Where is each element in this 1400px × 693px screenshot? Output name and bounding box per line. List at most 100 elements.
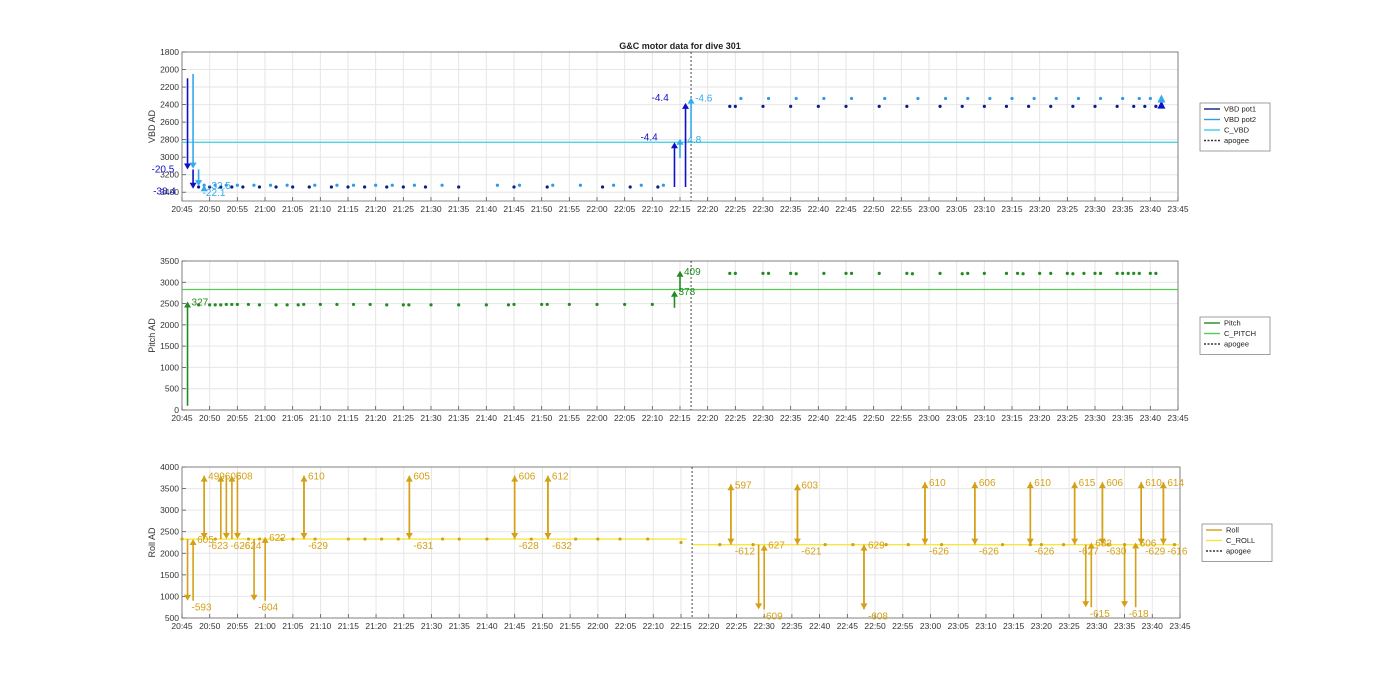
data-point (988, 96, 992, 101)
x-tick-label: 21:05 (282, 413, 304, 423)
data-point (241, 185, 245, 189)
y-tick-label: 2500 (160, 527, 179, 537)
data-point (849, 271, 854, 275)
data-point (268, 183, 273, 187)
x-tick-label: 22:00 (587, 621, 609, 631)
x-tick-label: 21:25 (393, 204, 415, 214)
arrow-value-label: 606 (1106, 478, 1123, 489)
arrow-value-label: -624 (241, 541, 261, 552)
data-point (423, 185, 428, 189)
data-point (540, 302, 544, 307)
arrow-value-label: -615 (1090, 609, 1110, 620)
x-tick-label: 21:20 (365, 204, 387, 214)
y-tick-label: 3000 (160, 277, 179, 287)
x-tick-label: 23:05 (946, 413, 968, 423)
data-point (906, 543, 910, 547)
x-tick-label: 22:25 (726, 621, 748, 631)
x-tick-label: 22:30 (752, 413, 774, 423)
x-tick-label: 21:40 (476, 413, 498, 423)
x-tick-label: 22:40 (809, 621, 831, 631)
x-tick-label: 22:45 (835, 204, 857, 214)
arrow-value-label: 629 (868, 541, 885, 552)
data-point (1121, 96, 1125, 101)
x-tick-label: 22:15 (669, 204, 691, 214)
data-point (916, 96, 920, 101)
data-point (506, 303, 511, 307)
data-point (517, 183, 522, 187)
data-point (313, 183, 317, 187)
x-tick-label: 21:50 (531, 413, 553, 423)
data-point (960, 272, 964, 276)
data-point (1049, 104, 1053, 108)
data-point (982, 104, 986, 108)
data-point (938, 271, 942, 275)
x-tick-label: 20:55 (227, 413, 249, 423)
data-point (291, 537, 295, 541)
arrow-value-label: 622 (269, 533, 286, 544)
y-axis-label: Roll AD (147, 527, 157, 558)
data-point (1004, 104, 1009, 108)
data-point (440, 183, 444, 187)
y-tick-label: 1000 (160, 362, 179, 372)
charts-container: 20:45 20:50 20:55 21:00 21:05 21:10 21:15 21:20… (147, 47, 1273, 631)
y-tick-label: 3500 (160, 484, 179, 494)
arrow-value-label: 627 (768, 541, 785, 552)
arrow-value-label: -4.4 (652, 93, 670, 104)
x-tick-label: 21:55 (559, 621, 581, 631)
data-point (623, 302, 627, 307)
x-tick-label: 22:50 (863, 413, 885, 423)
data-point (910, 272, 915, 276)
x-tick-label: 21:50 (532, 621, 554, 631)
data-point (1010, 96, 1014, 101)
data-point (816, 104, 820, 108)
x-tick-label: 21:45 (503, 413, 525, 423)
data-point (235, 302, 239, 307)
x-tick-label: 23:20 (1029, 204, 1051, 214)
x-tick-label: 23:10 (975, 621, 997, 631)
x-tick-label: 22:10 (642, 204, 664, 214)
x-tick-label: 22:45 (835, 413, 857, 423)
x-tick-label: 23:25 (1058, 621, 1080, 631)
data-point (235, 183, 239, 187)
x-tick-label: 23:15 (1003, 621, 1025, 631)
x-tick-label: 23:45 (1167, 413, 1189, 423)
data-point (457, 303, 461, 307)
x-tick-label: 22:40 (808, 204, 830, 214)
arrow-value-label: -609 (763, 611, 783, 622)
x-tick-label: 23:05 (946, 204, 968, 214)
data-point (213, 303, 217, 307)
arrow-value-label: 615 (1079, 478, 1096, 489)
data-point (883, 96, 887, 101)
arrow-value-label: -612 (735, 547, 755, 558)
legend-label: apogee (1224, 136, 1249, 145)
data-point (257, 303, 262, 307)
data-point (966, 96, 970, 101)
data-point (728, 104, 732, 108)
x-tick-label: 22:25 (725, 204, 747, 214)
x-tick-label: 20:50 (199, 621, 221, 631)
x-tick-label: 21:15 (337, 413, 359, 423)
data-point (180, 537, 184, 541)
y-tick-label: 500 (165, 613, 179, 623)
arrow-value-label: 608 (236, 472, 253, 483)
arrow-value-label: -38.4 (153, 187, 176, 198)
arrow-value-label: -628 (519, 541, 539, 552)
chart-panel-1: 20:45 20:50 20:55 21:00 21:05 21:10 21:15 21:20… (147, 47, 1271, 214)
x-tick-label: 22:30 (752, 204, 774, 214)
x-tick-label: 23:40 (1140, 204, 1162, 214)
data-point (401, 185, 405, 189)
data-point (296, 303, 300, 307)
x-tick-label: 22:55 (892, 621, 914, 631)
data-point (766, 271, 771, 275)
x-tick-label: 21:45 (504, 621, 526, 631)
data-point (628, 185, 632, 189)
data-point (1121, 271, 1125, 275)
y-axis-label: VBD AD (147, 109, 157, 143)
y-tick-label: 1000 (160, 591, 179, 601)
arrow-value-label: 327 (192, 297, 209, 308)
arrow-value-label: -32.5 (208, 181, 231, 192)
data-point (390, 183, 394, 187)
x-tick-label: 21:20 (365, 621, 387, 631)
x-tick-label: 23:05 (948, 621, 970, 631)
arrow-value-label: -618 (1129, 609, 1149, 620)
